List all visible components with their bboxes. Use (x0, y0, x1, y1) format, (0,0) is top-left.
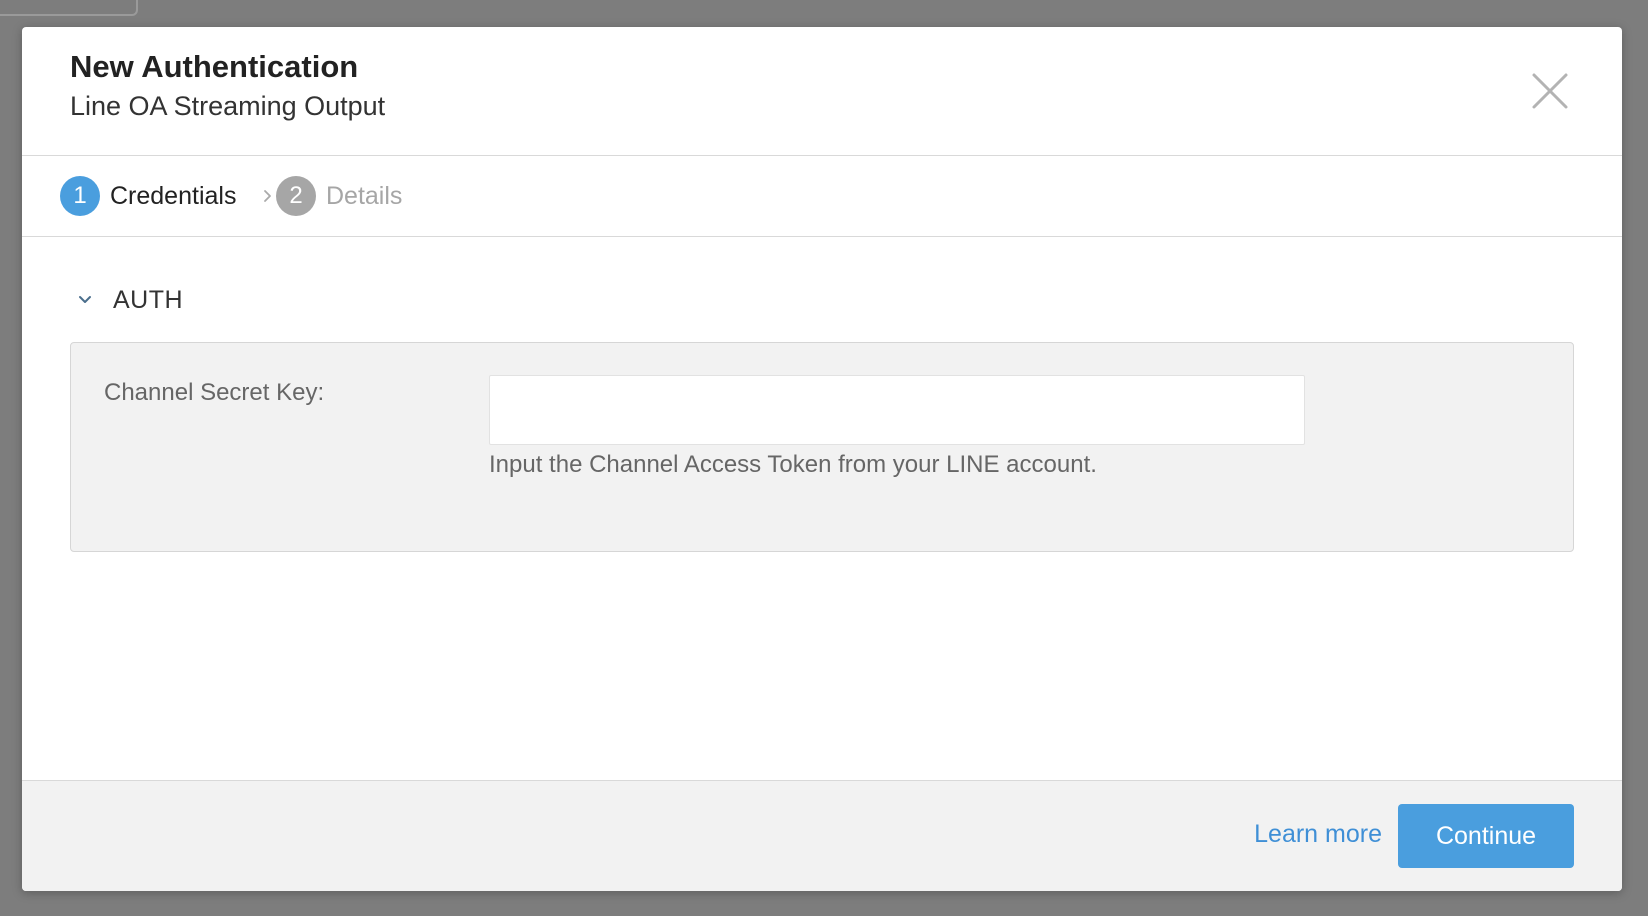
close-button[interactable] (1530, 71, 1570, 111)
channel-secret-key-help: Input the Channel Access Token from your… (489, 451, 1097, 478)
background-tab (0, 0, 138, 16)
chevron-right-icon (264, 190, 271, 202)
channel-secret-key-label: Channel Secret Key: (104, 379, 325, 406)
modal-header: New Authentication Line OA Streaming Out… (22, 27, 1622, 156)
chevron-down-icon (79, 296, 91, 303)
step-indicator: 1 Credentials 2 Details (22, 156, 1622, 237)
step-details[interactable]: 2 Details (276, 176, 402, 216)
close-icon (1532, 73, 1568, 109)
auth-section-toggle[interactable]: AUTH (77, 285, 183, 315)
modal-footer: Learn more Continue (22, 780, 1622, 891)
modal-title: New Authentication (70, 49, 359, 84)
step-credentials[interactable]: 1 Credentials (60, 176, 236, 216)
continue-button[interactable]: Continue (1398, 804, 1574, 868)
auth-form-panel: Channel Secret Key: Input the Channel Ac… (70, 342, 1574, 552)
new-authentication-modal: New Authentication Line OA Streaming Out… (22, 27, 1622, 891)
step-label: Credentials (110, 181, 237, 210)
step-label: Details (326, 181, 403, 210)
section-label: AUTH (113, 285, 184, 314)
learn-more-link[interactable]: Learn more (1254, 820, 1382, 849)
modal-subtitle: Line OA Streaming Output (70, 91, 386, 121)
step-number: 1 (60, 176, 100, 216)
channel-secret-key-input[interactable] (489, 375, 1305, 445)
step-number: 2 (276, 176, 316, 216)
